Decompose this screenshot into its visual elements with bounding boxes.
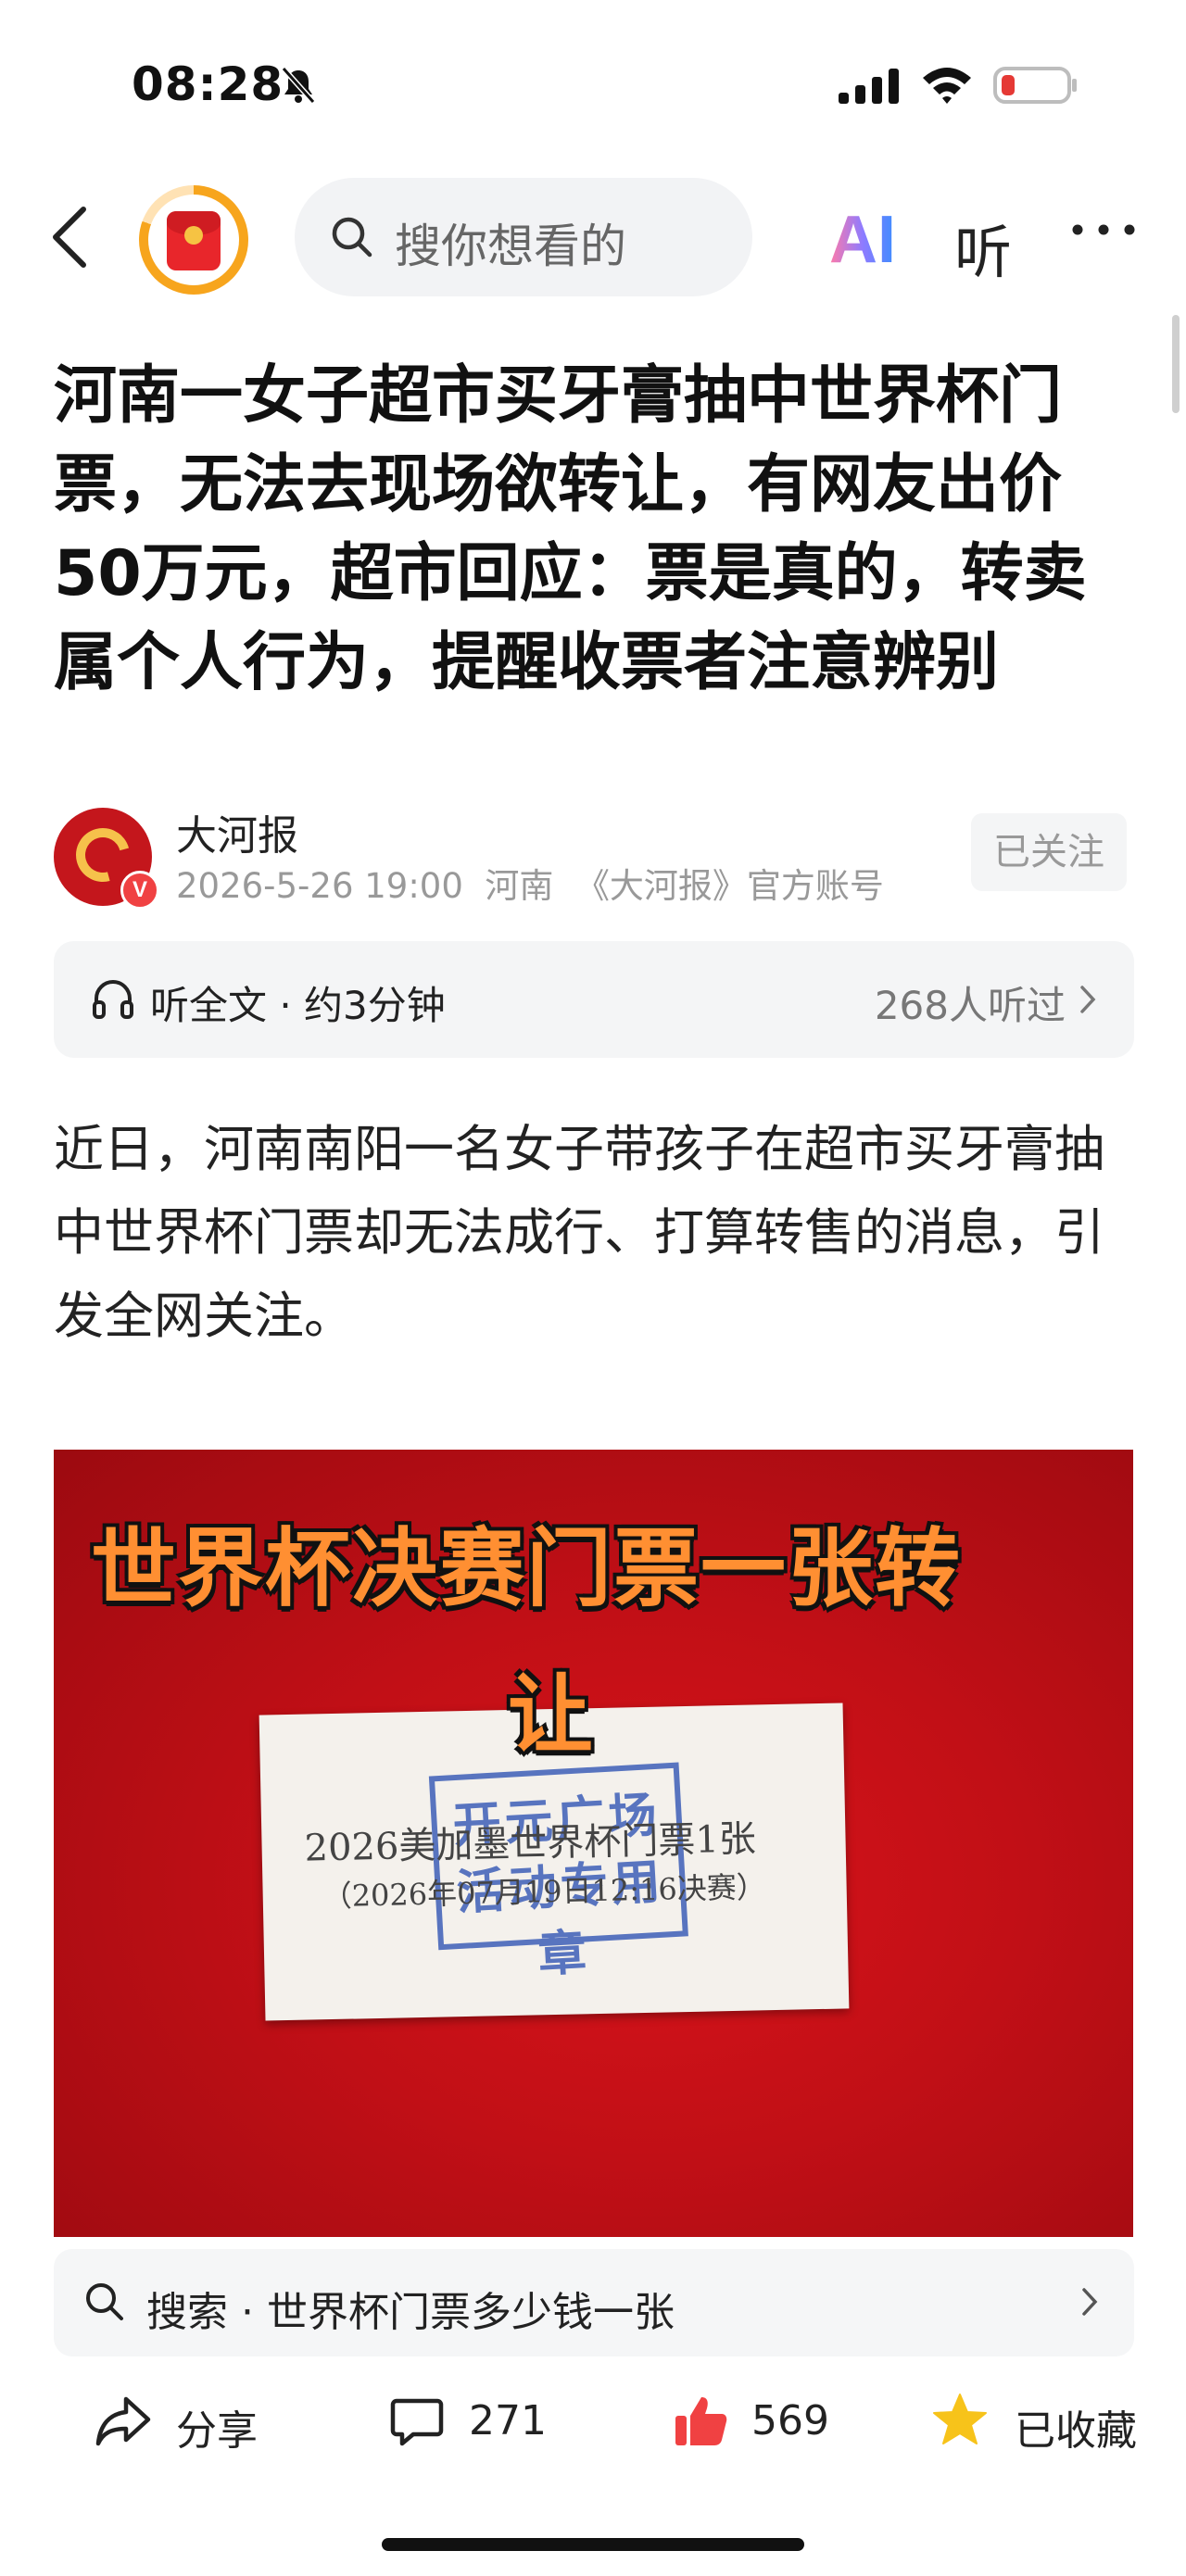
wifi-icon [923, 68, 971, 104]
share-icon [95, 2396, 151, 2446]
listen-label: 听全文 · 约3分钟 [150, 983, 446, 1028]
home-indicator[interactable] [382, 2538, 804, 2551]
ticket-line2: （2026年07月19日12:16决赛） [322, 1869, 767, 1915]
share-button[interactable]: 分享 [95, 2390, 280, 2455]
thumbs-up-icon [675, 2397, 727, 2445]
comment-button[interactable]: 271 [389, 2390, 556, 2455]
chevron-right-icon [1080, 986, 1096, 1013]
bottom-action-bar: 分享 271 569 已收藏 [0, 2371, 1186, 2473]
listen-button[interactable]: 听 [954, 206, 1012, 289]
related-search-bar[interactable]: 搜索 · 世界杯门票多少钱一张 [54, 2249, 1134, 2356]
follow-button[interactable]: 已关注 [971, 813, 1127, 891]
search-icon [332, 217, 372, 258]
ai-button[interactable]: AI [829, 202, 896, 278]
author-meta: 2026-5-26 19:00 河南 《大河报》官方账号 [176, 858, 884, 908]
article-image[interactable]: 世界杯决赛门票一张转 让 开元广场 活动专用章 2026美加墨世界杯门票1张 （… [54, 1450, 1133, 2237]
related-search-text: 搜索 · 世界杯门票多少钱一张 [146, 2289, 675, 2336]
status-time: 08:28 [132, 57, 284, 111]
listen-count: 268人听过 [874, 983, 1066, 1028]
headphones-icon [93, 980, 133, 1019]
favorite-button[interactable]: 已收藏 [931, 2390, 1144, 2455]
article-paragraph: 近日，河南南阳一名女子带孩子在超市买牙膏抽中世界杯门票却无法成行、打算转售的消息… [54, 1120, 1104, 1345]
battery-low-icon [993, 67, 1077, 104]
account-type: 《大河报》官方账号 [574, 866, 884, 906]
search-box[interactable]: 搜你想看的 [295, 178, 752, 296]
comment-icon [390, 2398, 444, 2446]
signal-icon [839, 69, 899, 104]
bell-muted-icon [281, 67, 316, 104]
verified-badge: V [120, 871, 159, 910]
comment-count: 271 [469, 2397, 547, 2444]
article-title: 河南一女子超市买牙膏抽中世界杯门票，无法去现场欲转让，有网友出价50万元，超市回… [54, 359, 1087, 699]
status-bar: 08:28 [0, 0, 1186, 157]
star-filled-icon [933, 2394, 987, 2444]
search-placeholder: 搜你想看的 [395, 220, 626, 273]
publish-date: 2026-5-26 19:00 [176, 866, 463, 906]
share-label: 分享 [176, 2407, 258, 2455]
more-options-icon[interactable] [1070, 220, 1137, 239]
top-nav-bar: 搜你想看的 AI 听 [0, 176, 1186, 296]
back-arrow-icon[interactable] [46, 204, 93, 270]
chevron-right-icon [1082, 2288, 1098, 2316]
scrollbar[interactable] [1172, 315, 1180, 413]
favorite-label: 已收藏 [1015, 2407, 1137, 2455]
image-caption-line1: 世界杯决赛门票一张转 [91, 1519, 963, 1618]
image-caption-line2: 让 [508, 1665, 594, 1765]
like-count: 569 [751, 2397, 829, 2444]
author-name[interactable]: 大河报 [176, 802, 298, 861]
red-packet-avatar[interactable] [139, 185, 248, 295]
author-row: V 大河报 2026-5-26 19:00 河南 《大河报》官方账号 已关注 [54, 802, 1138, 910]
ticket-line1: 2026美加墨世界杯门票1张 [304, 1817, 757, 1870]
listen-full-text-bar[interactable]: 听全文 · 约3分钟 268人听过 [54, 941, 1134, 1058]
red-packet-icon [167, 211, 221, 270]
like-button[interactable]: 569 [672, 2390, 839, 2455]
publish-location: 河南 [485, 866, 554, 906]
search-icon [86, 2283, 123, 2320]
